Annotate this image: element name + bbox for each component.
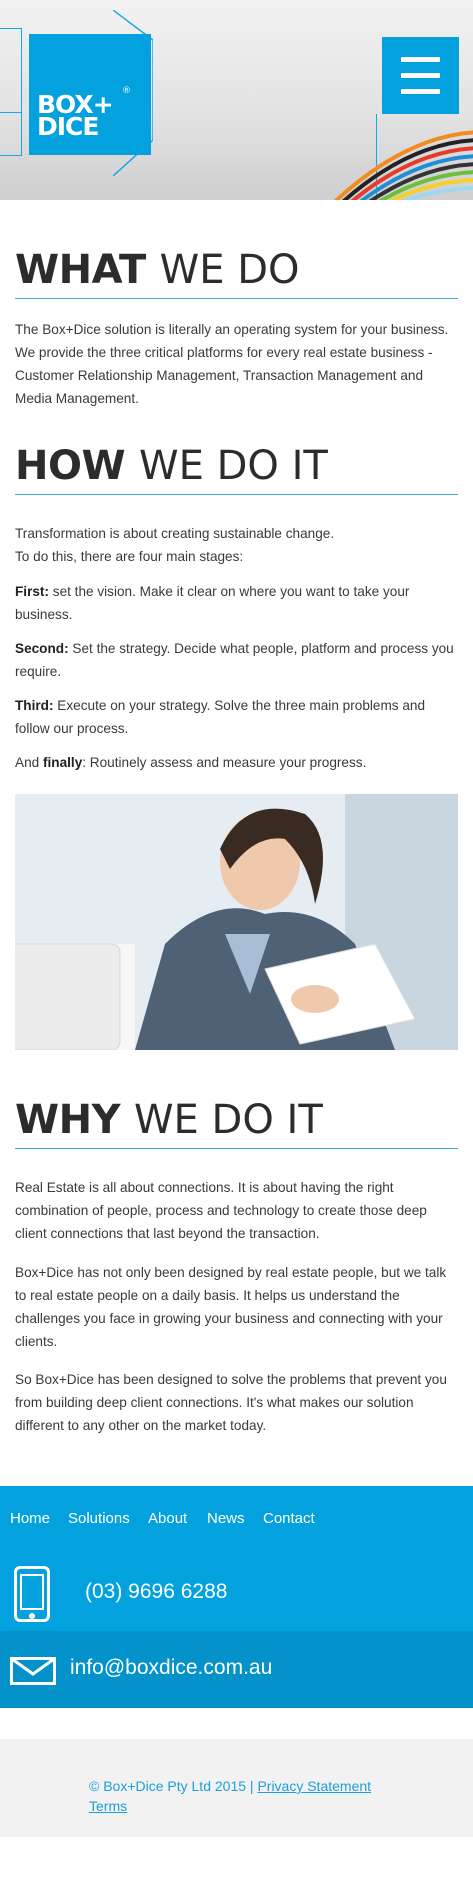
rainbow-cables-image xyxy=(333,130,473,200)
step-text: Execute on your strategy. Solve the thre… xyxy=(15,698,426,736)
terms-link[interactable]: Terms xyxy=(89,1798,127,1814)
header-decor-line xyxy=(0,112,22,113)
step-first: First: set the vision. Make it clear on … xyxy=(15,580,458,626)
why-paragraph-2: Box+Dice has not only been designed by r… xyxy=(15,1265,447,1349)
heading-bold: WHY xyxy=(15,1097,121,1143)
why-paragraph-3: So Box+Dice has been designed to solve t… xyxy=(15,1372,447,1433)
why-paragraph-1: Real Estate is all about connections. It… xyxy=(15,1180,427,1241)
site-header: BOX+ DICE ® xyxy=(0,0,473,200)
step-finally: And finally: Routinely assess and measur… xyxy=(15,751,458,774)
menu-bar xyxy=(401,57,440,62)
phone-screen xyxy=(20,1574,44,1610)
phone-number[interactable]: (03) 9696 6288 xyxy=(85,1580,227,1604)
privacy-statement-link[interactable]: Privacy Statement xyxy=(257,1778,371,1794)
heading-bold: WHAT xyxy=(15,247,146,293)
copyright-text: © Box+Dice Pty Ltd 2015 | xyxy=(89,1778,254,1794)
menu-bar xyxy=(401,73,440,78)
step-label: Third: xyxy=(15,698,54,713)
nav-news-link[interactable]: News xyxy=(207,1510,245,1527)
email-link[interactable]: info@boxdice.com.au xyxy=(70,1656,272,1680)
photo-illustration xyxy=(15,794,458,1050)
hamburger-menu-icon[interactable] xyxy=(382,37,459,114)
how-intro-line2: To do this, there are four main stages: xyxy=(15,549,244,564)
box-dice-logo[interactable]: BOX+ DICE ® xyxy=(29,34,151,155)
step-text: : Routinely assess and measure your prog… xyxy=(82,755,367,770)
nav-home-link[interactable]: Home xyxy=(10,1510,50,1527)
phone-button xyxy=(29,1613,35,1619)
how-we-do-it-heading: HOW WE DO IT xyxy=(15,442,458,495)
step-third: Third: Execute on your strategy. Solve t… xyxy=(15,694,458,740)
step-label: Second: xyxy=(15,641,69,656)
nav-contact-link[interactable]: Contact xyxy=(263,1510,315,1527)
why-we-do-it-heading: WHY WE DO IT xyxy=(15,1096,458,1149)
heading-bold: HOW xyxy=(15,443,126,489)
footer-legal: © Box+Dice Pty Ltd 2015 | Privacy Statem… xyxy=(0,1739,473,1837)
step-text: set the vision. Make it clear on where y… xyxy=(15,584,410,622)
step-second: Second: Set the strategy. Decide what pe… xyxy=(15,637,458,683)
footer-nav: Home Solutions About News Contact xyxy=(0,1486,473,1554)
what-we-do-text: The Box+Dice solution is literally an op… xyxy=(15,322,449,406)
mobile-phone-icon xyxy=(14,1566,50,1622)
menu-bar xyxy=(401,89,440,94)
heading-light: WE DO xyxy=(159,247,300,293)
businesswoman-photo xyxy=(15,794,458,1050)
nav-solutions-link[interactable]: Solutions xyxy=(68,1510,130,1527)
envelope-icon xyxy=(10,1657,56,1685)
step-text: Set the strategy. Decide what people, pl… xyxy=(15,641,454,679)
step-label: finally xyxy=(42,755,83,770)
how-intro-text: Transformation is about creating sustain… xyxy=(15,522,458,568)
logo-registered-mark: ® xyxy=(122,86,131,96)
copyright-block: © Box+Dice Pty Ltd 2015 | Privacy Statem… xyxy=(89,1776,371,1816)
heading-light: WE DO IT xyxy=(134,1097,323,1143)
how-intro-line1: Transformation is about creating sustain… xyxy=(15,526,335,541)
email-row[interactable]: info@boxdice.com.au xyxy=(0,1631,473,1708)
step-final-prefix: And xyxy=(15,755,40,770)
logo-text-line2: DICE xyxy=(37,112,99,141)
step-label: First: xyxy=(15,584,49,599)
what-we-do-heading: WHAT WE DO xyxy=(15,246,458,299)
header-decor-line xyxy=(0,28,22,156)
heading-light: WE DO IT xyxy=(139,443,328,489)
phone-row[interactable]: (03) 9696 6288 xyxy=(0,1554,473,1631)
nav-about-link[interactable]: About xyxy=(148,1510,187,1527)
